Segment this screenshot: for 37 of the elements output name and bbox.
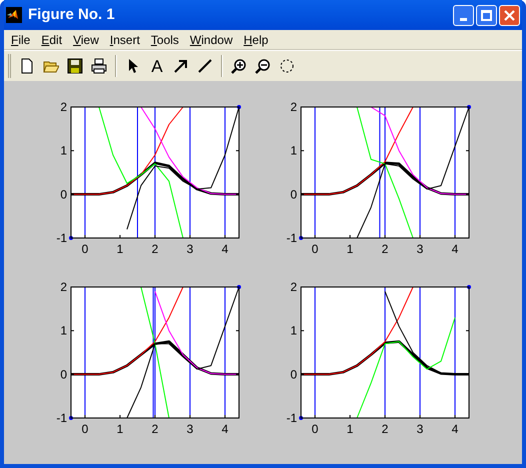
tick-label: 1 bbox=[116, 242, 124, 256]
tick-label: 0 bbox=[312, 422, 318, 436]
tick-label: 3 bbox=[416, 242, 424, 256]
tick-label: 1 bbox=[60, 324, 67, 338]
tick-label: 1 bbox=[60, 144, 67, 158]
tick-label: 2 bbox=[382, 242, 388, 256]
tick-label: 1 bbox=[346, 242, 354, 256]
tick-label: 4 bbox=[452, 422, 458, 436]
tick-label: 0 bbox=[290, 187, 297, 202]
tick-label: 0 bbox=[312, 242, 318, 256]
tick-label: -1 bbox=[56, 411, 67, 425]
tick-label: 3 bbox=[186, 422, 194, 436]
tick-label: 0 bbox=[290, 367, 297, 382]
tick-label: 2 bbox=[60, 100, 67, 114]
tick-label: 4 bbox=[452, 242, 458, 256]
tick-label: 1 bbox=[116, 422, 124, 436]
tick-label: 3 bbox=[186, 242, 194, 256]
tick-label: 4 bbox=[222, 242, 228, 256]
tick-label: 0 bbox=[60, 367, 67, 382]
tick-label: 1 bbox=[290, 324, 297, 338]
tick-label: 1 bbox=[290, 144, 297, 158]
tick-label: 2 bbox=[152, 422, 158, 436]
tick-label: 1 bbox=[346, 422, 354, 436]
tick-label: -1 bbox=[286, 411, 297, 425]
tick-label: 0 bbox=[60, 187, 67, 202]
tick-label: 2 bbox=[290, 100, 297, 114]
tick-label: 2 bbox=[290, 280, 297, 294]
tick-label: 2 bbox=[382, 422, 388, 436]
window-title: Figure No. 1 bbox=[28, 4, 116, 25]
tick-label: 0 bbox=[82, 242, 88, 256]
tick-label: 4 bbox=[222, 422, 228, 436]
tick-label: 3 bbox=[416, 422, 424, 436]
tick-label: 0 bbox=[82, 422, 88, 436]
tick-label: -1 bbox=[286, 231, 297, 245]
tick-label: 2 bbox=[60, 280, 67, 294]
tick-label: 2 bbox=[152, 242, 158, 256]
tick-label: -1 bbox=[56, 231, 67, 245]
